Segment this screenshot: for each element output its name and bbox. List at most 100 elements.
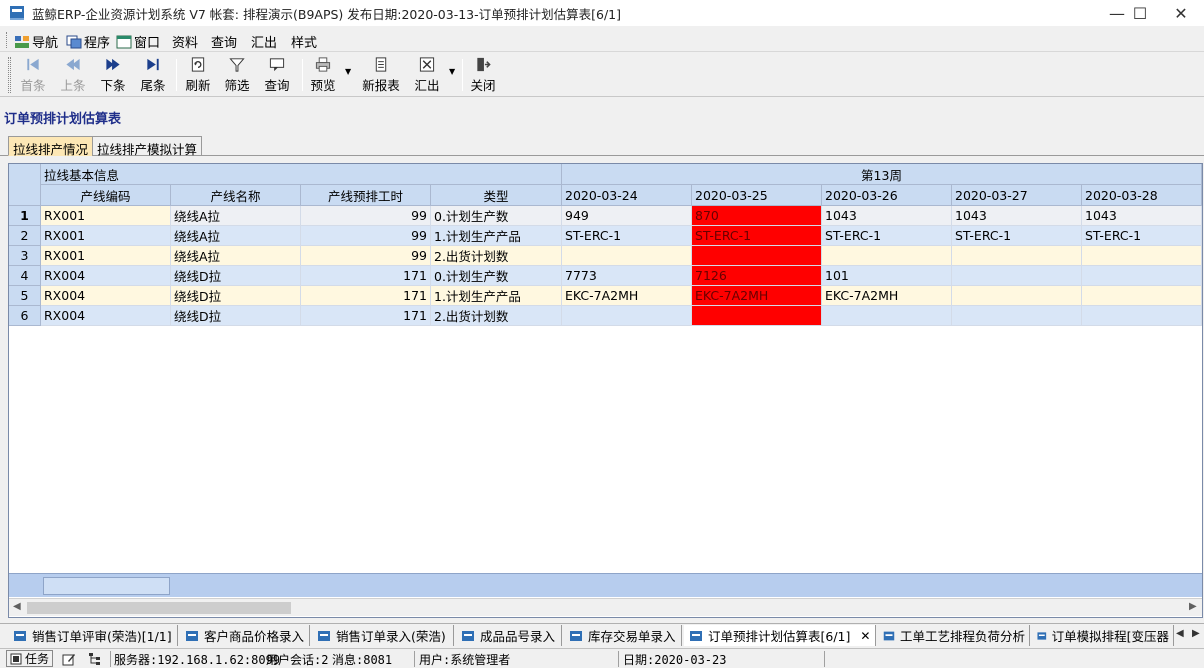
grid-cell-date-1[interactable]: 949 bbox=[562, 206, 692, 226]
grid-cell-planned-hours[interactable]: 171 bbox=[301, 266, 431, 286]
grid-cell-line-code[interactable]: RX004 bbox=[41, 306, 171, 326]
grid-cell-date-1[interactable]: EKC-7A2MH bbox=[562, 286, 692, 306]
query-button[interactable]: 查询 bbox=[262, 56, 292, 94]
close-button[interactable]: 关闭 bbox=[468, 56, 498, 94]
edit-note-icon[interactable] bbox=[62, 652, 76, 666]
grid-cell-planned-hours[interactable]: 171 bbox=[301, 306, 431, 326]
grid-cell-date-4[interactable]: ST-ERC-1 bbox=[952, 226, 1082, 246]
grid-cell-date-3[interactable] bbox=[822, 306, 952, 326]
grid-cell-date-4[interactable] bbox=[952, 286, 1082, 306]
grid-cell-date-4[interactable]: 1043 bbox=[952, 206, 1082, 226]
column-header-date-2[interactable]: 2020-03-25 bbox=[692, 185, 822, 206]
grid-cell-line-code[interactable]: RX004 bbox=[41, 286, 171, 306]
doc-tab-order-preschedule[interactable]: 订单预排计划估算表[6/1] ✕ bbox=[684, 625, 876, 646]
preview-dropdown-arrow-icon[interactable]: ▼ bbox=[345, 67, 351, 76]
doc-tab-sales-order-entry[interactable]: 销售订单录入(荣浩) bbox=[312, 625, 454, 646]
column-header-line-name[interactable]: 产线名称 bbox=[171, 185, 301, 206]
scrollbar-thumb[interactable] bbox=[27, 602, 291, 614]
doc-tab-product-code[interactable]: 成品品号录入 bbox=[456, 625, 562, 646]
grid-cell-line-name[interactable]: 绕线A拉 bbox=[171, 206, 301, 226]
grid-cell-planned-hours[interactable]: 99 bbox=[301, 226, 431, 246]
first-record-button[interactable]: 首条 bbox=[18, 56, 48, 94]
grid-cell-date-2[interactable]: 870 bbox=[692, 206, 822, 226]
grid-cell-type[interactable]: 2.出货计划数 bbox=[431, 306, 562, 326]
grid-cell-date-1[interactable]: ST-ERC-1 bbox=[562, 226, 692, 246]
grid-cell-date-5[interactable] bbox=[1082, 266, 1202, 286]
grid-cell-date-2[interactable] bbox=[692, 306, 822, 326]
grid-cell-line-code[interactable]: RX004 bbox=[41, 266, 171, 286]
column-header-date-5[interactable]: 2020-03-28 bbox=[1082, 185, 1202, 206]
row-number[interactable]: 4 bbox=[9, 266, 41, 286]
column-header-date-1[interactable]: 2020-03-24 bbox=[562, 185, 692, 206]
last-record-button[interactable]: 尾条 bbox=[138, 56, 168, 94]
grid-cell-date-2[interactable] bbox=[692, 246, 822, 266]
horizontal-scrollbar[interactable]: ◀ ▶ bbox=[9, 598, 1202, 616]
grid-cell-line-code[interactable]: RX001 bbox=[41, 206, 171, 226]
grid-cell-date-3[interactable]: 1043 bbox=[822, 206, 952, 226]
grid-cell-date-4[interactable] bbox=[952, 306, 1082, 326]
grid-cell-planned-hours[interactable]: 171 bbox=[301, 286, 431, 306]
doc-tab-sales-order-review[interactable]: 销售订单评审(荣浩)[1/1] bbox=[8, 625, 178, 646]
grid-cell-date-4[interactable] bbox=[952, 246, 1082, 266]
grid-cell-date-5[interactable]: ST-ERC-1 bbox=[1082, 226, 1202, 246]
column-header-date-3[interactable]: 2020-03-26 bbox=[822, 185, 952, 206]
tab-scroll-right-icon[interactable]: ▶ bbox=[1192, 628, 1200, 639]
grid-cell-planned-hours[interactable]: 99 bbox=[301, 206, 431, 226]
grid-cell-date-5[interactable]: 1043 bbox=[1082, 206, 1202, 226]
row-number[interactable]: 5 bbox=[9, 286, 41, 306]
scroll-left-arrow-icon[interactable]: ◀ bbox=[13, 601, 21, 612]
row-number[interactable]: 2 bbox=[9, 226, 41, 246]
menu-style[interactable]: 样式 bbox=[291, 32, 317, 51]
grid-cell-date-2[interactable]: EKC-7A2MH bbox=[692, 286, 822, 306]
grid-cell-line-name[interactable]: 绕线D拉 bbox=[171, 306, 301, 326]
tab-line-scheduling[interactable]: 拉线排产情况 bbox=[8, 136, 94, 157]
tab-line-simulation[interactable]: 拉线排产模拟计算 bbox=[92, 136, 203, 157]
grid-cell-line-code[interactable]: RX001 bbox=[41, 246, 171, 266]
grid-cell-date-1[interactable] bbox=[562, 306, 692, 326]
menu-window[interactable]: 窗口 bbox=[116, 32, 160, 51]
grid-cell-date-3[interactable]: 101 bbox=[822, 266, 952, 286]
row-number[interactable]: 1 bbox=[9, 206, 41, 226]
menu-navigation[interactable]: 导航 bbox=[14, 32, 58, 51]
export-dropdown-arrow-icon[interactable]: ▼ bbox=[449, 67, 455, 76]
grid-cell-line-name[interactable]: 绕线A拉 bbox=[171, 246, 301, 266]
doc-tab-order-simulation[interactable]: 订单模拟排程[变压器 bbox=[1032, 625, 1174, 646]
grid-cell-date-5[interactable] bbox=[1082, 286, 1202, 306]
tab-scroll-left-icon[interactable]: ◀ bbox=[1176, 628, 1184, 639]
grid-cell-date-2[interactable]: ST-ERC-1 bbox=[692, 226, 822, 246]
doc-tab-inventory-transaction[interactable]: 库存交易单录入 bbox=[564, 625, 682, 646]
grid-cell-date-5[interactable] bbox=[1082, 306, 1202, 326]
grid-cell-date-1[interactable]: 7773 bbox=[562, 266, 692, 286]
grid-cell-type[interactable]: 2.出货计划数 bbox=[431, 246, 562, 266]
grid-cell-type[interactable]: 0.计划生产数 bbox=[431, 266, 562, 286]
previous-record-button[interactable]: 上条 bbox=[58, 56, 88, 94]
column-header-type[interactable]: 类型 bbox=[431, 185, 562, 206]
menu-program[interactable]: 程序 bbox=[66, 32, 110, 51]
grid-cell-date-3[interactable]: EKC-7A2MH bbox=[822, 286, 952, 306]
refresh-button[interactable]: 刷新 bbox=[183, 56, 213, 94]
scroll-right-arrow-icon[interactable]: ▶ bbox=[1189, 601, 1197, 612]
filter-button[interactable]: 筛选 bbox=[222, 56, 252, 94]
next-record-button[interactable]: 下条 bbox=[98, 56, 128, 94]
grid-cell-date-3[interactable] bbox=[822, 246, 952, 266]
grid-cell-line-name[interactable]: 绕线D拉 bbox=[171, 286, 301, 306]
new-report-button[interactable]: 新报表 bbox=[360, 56, 402, 94]
grid-cell-line-code[interactable]: RX001 bbox=[41, 226, 171, 246]
menu-data[interactable]: 资料 bbox=[172, 32, 198, 51]
grid-cell-date-5[interactable] bbox=[1082, 246, 1202, 266]
menu-query[interactable]: 查询 bbox=[211, 32, 237, 51]
grid-cell-date-3[interactable]: ST-ERC-1 bbox=[822, 226, 952, 246]
column-header-planned-hours[interactable]: 产线预排工时 bbox=[301, 185, 431, 206]
grid-cell-date-4[interactable] bbox=[952, 266, 1082, 286]
grid-corner[interactable] bbox=[9, 164, 41, 206]
row-number[interactable]: 3 bbox=[9, 246, 41, 266]
task-button[interactable]: 任务 bbox=[6, 650, 54, 667]
grid-cell-type[interactable]: 1.计划生产产品 bbox=[431, 286, 562, 306]
close-tab-icon[interactable]: ✕ bbox=[860, 629, 870, 643]
grid-cell-line-name[interactable]: 绕线D拉 bbox=[171, 266, 301, 286]
maximize-button[interactable]: ☐ bbox=[1117, 0, 1163, 26]
grid-cell-type[interactable]: 0.计划生产数 bbox=[431, 206, 562, 226]
grid-cell-planned-hours[interactable]: 99 bbox=[301, 246, 431, 266]
preview-button[interactable]: 预览 bbox=[308, 56, 338, 94]
row-number[interactable]: 6 bbox=[9, 306, 41, 326]
